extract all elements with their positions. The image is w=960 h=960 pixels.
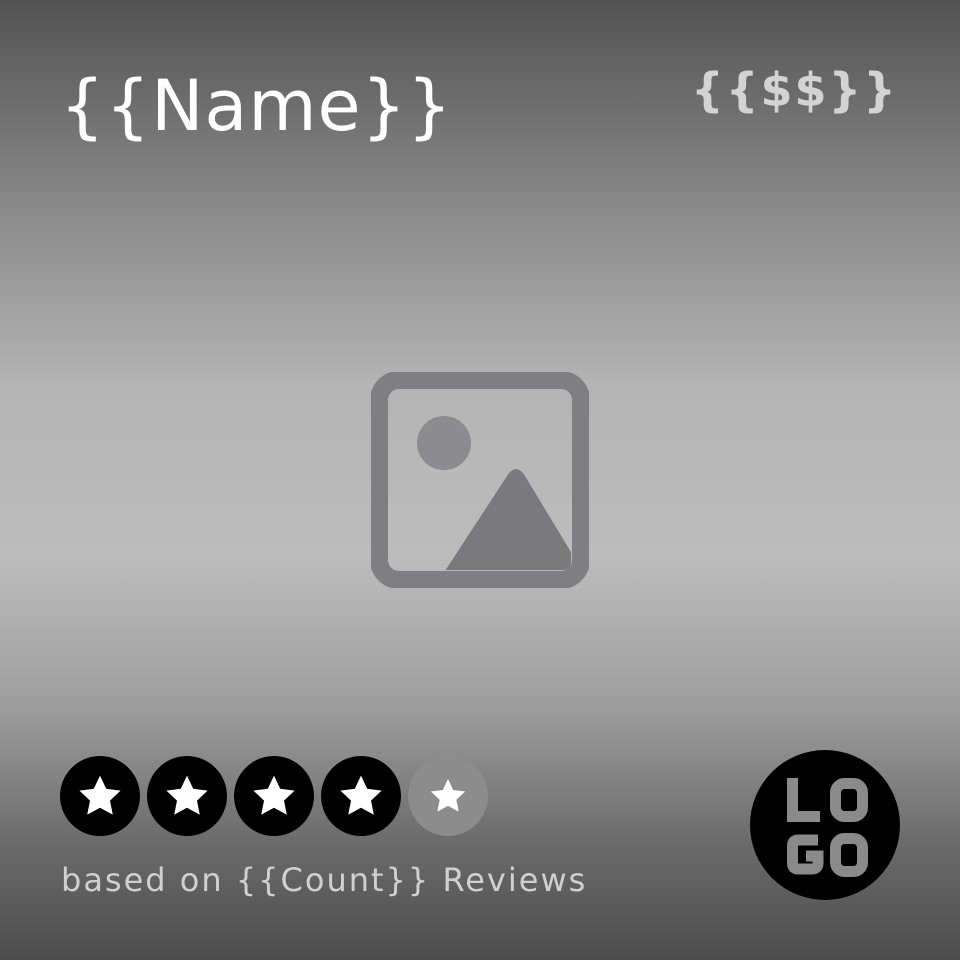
review-count: based on {{Count}} Reviews	[61, 861, 588, 899]
price-level: {{$$}}	[690, 63, 898, 117]
image-placeholder-icon	[370, 371, 590, 589]
star-icon	[430, 779, 466, 812]
star-4	[321, 756, 401, 836]
star-2	[147, 756, 227, 836]
star-icon	[253, 775, 295, 815]
star-icon	[79, 775, 121, 815]
logo-mark	[787, 778, 868, 877]
star-rating	[60, 756, 488, 836]
star-1	[60, 756, 140, 836]
star-icon	[166, 775, 208, 815]
star-5	[408, 756, 488, 836]
star-3	[234, 756, 314, 836]
logo	[750, 750, 900, 900]
review-card: {{Name}} {{$$}} based on {{Count}} Revie…	[0, 0, 960, 960]
business-name: {{Name}}	[60, 65, 453, 147]
star-icon	[340, 775, 382, 815]
